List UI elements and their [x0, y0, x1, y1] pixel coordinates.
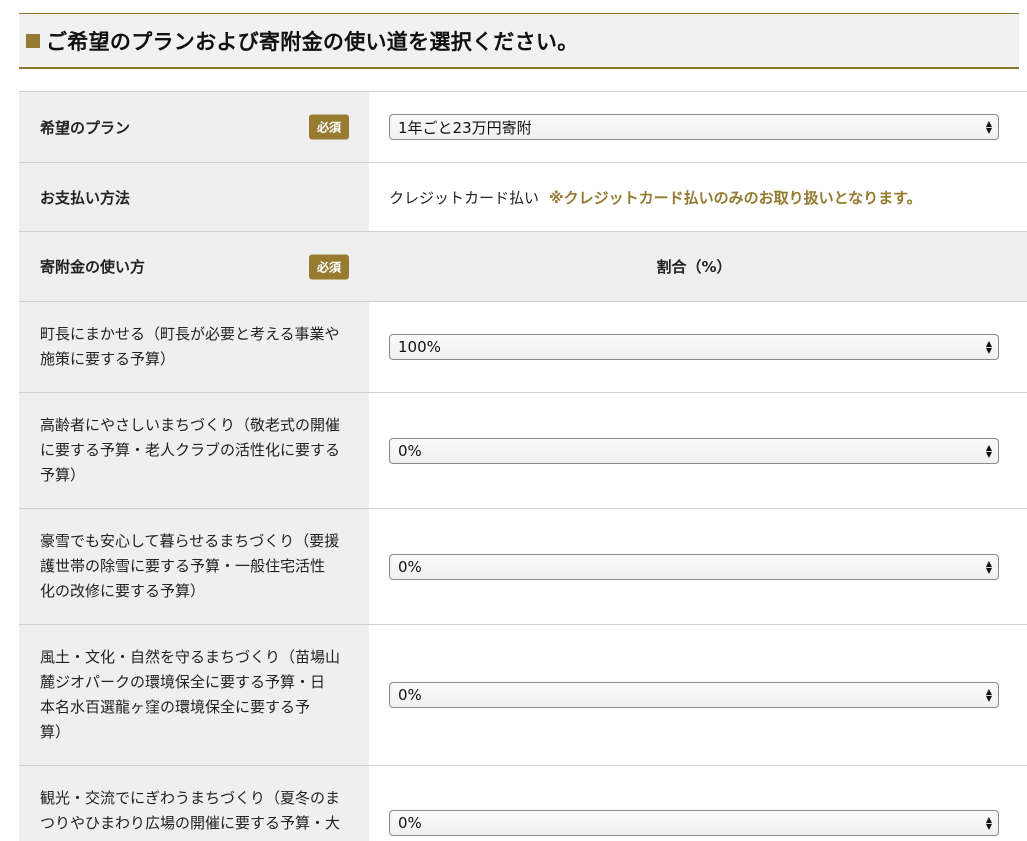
select-arrows-icon: ▲ ▼ — [985, 815, 992, 831]
usage-label-cell: 寄附金の使い方 必須 — [19, 232, 369, 301]
row-usage-header: 寄附金の使い方 必須 割合（%） — [19, 232, 1027, 302]
usage-item-label-cell: 豪雪でも安心して暮らせるまちづくり（要援 護世帯の除雪に要する予算・一般住宅活性… — [19, 509, 369, 624]
payment-label-cell: お支払い方法 — [19, 163, 369, 231]
payment-label: お支払い方法 — [40, 188, 131, 207]
usage-item-label: 風土・文化・自然を守るまちづくり（苗場山 麓ジオパークの環境保全に要する予算・日… — [40, 648, 341, 741]
usage-percent-select[interactable]: 100% ▲ ▼ — [389, 334, 999, 360]
usage-row: 町長にまかせる（町長が必要と考える事業や 施策に要する予算） 100% ▲ ▼ — [19, 302, 1027, 393]
usage-row: 豪雪でも安心して暮らせるまちづくり（要援 護世帯の除雪に要する予算・一般住宅活性… — [19, 509, 1027, 625]
usage-item-label: 町長にまかせる（町長が必要と考える事業や 施策に要する予算） — [40, 325, 340, 368]
form-table: 希望のプラン 必須 1年ごと23万円寄附 ▲ ▼ お支払い方法 クレジットカード払… — [19, 91, 1027, 841]
usage-percent-select[interactable]: 0% ▲ ▼ — [389, 682, 999, 708]
row-payment: お支払い方法 クレジットカード払い ※クレジットカード払いのみのお取り扱いとなり… — [19, 163, 1027, 232]
usage-item-value-cell: 0% ▲ ▼ — [369, 625, 1027, 765]
plan-select-value: 1年ごと23万円寄附 — [398, 118, 532, 137]
usage-item-label: 観光・交流でにぎわうまちづくり（夏冬のま つりやひまわり広場の開催に要する予算・… — [40, 789, 341, 832]
usage-row: 風土・文化・自然を守るまちづくり（苗場山 麓ジオパークの環境保全に要する予算・日… — [19, 625, 1027, 766]
section-header: ご希望のプランおよび寄附金の使い道を選択ください。 — [19, 13, 1019, 69]
required-badge: 必須 — [308, 114, 349, 140]
usage-item-value-cell: 0% ▲ ▼ — [369, 393, 1027, 508]
pct-header-cell: 割合（%） — [369, 232, 1027, 301]
usage-item-label: 高齢者にやさしいまちづくり（敬老式の開催 に要する予算・老人クラブの活性化に要す… — [40, 416, 341, 484]
payment-value-cell: クレジットカード払い ※クレジットカード払いのみのお取り扱いとなります。 — [369, 163, 1027, 231]
payment-method: クレジットカード払い — [389, 188, 540, 207]
required-badge: 必須 — [308, 254, 349, 279]
plan-select[interactable]: 1年ごと23万円寄附 ▲ ▼ — [389, 114, 999, 140]
select-arrows-icon: ▲ ▼ — [985, 687, 992, 703]
usage-item-label-cell: 高齢者にやさしいまちづくり（敬老式の開催 に要する予算・老人クラブの活性化に要す… — [19, 393, 369, 508]
plan-label-cell: 希望のプラン 必須 — [19, 92, 369, 162]
usage-item-value-cell: 0% ▲ ▼ — [369, 766, 1027, 841]
usage-percent-select[interactable]: 0% ▲ ▼ — [389, 437, 999, 464]
usage-percent-value: 100% — [398, 338, 441, 356]
usage-label: 寄附金の使い方 — [40, 258, 146, 276]
usage-percent-value: 0% — [398, 557, 422, 576]
usage-percent-value: 0% — [398, 686, 422, 704]
usage-percent-select[interactable]: 0% ▲ ▼ — [389, 810, 999, 836]
select-arrows-icon: ▲ ▼ — [985, 442, 992, 459]
usage-item-value-cell: 100% ▲ ▼ — [369, 302, 1027, 392]
usage-percent-select[interactable]: 0% ▲ ▼ — [389, 553, 999, 580]
usage-percent-value: 0% — [398, 441, 422, 460]
payment-note: ※クレジットカード払いのみのお取り扱いとなります。 — [549, 188, 922, 207]
page: ご希望のプランおよび寄附金の使い道を選択ください。 希望のプラン 必須 1年ごと… — [0, 0, 1027, 841]
select-arrows-icon: ▲ ▼ — [985, 339, 992, 355]
row-plan: 希望のプラン 必須 1年ごと23万円寄附 ▲ ▼ — [19, 92, 1027, 163]
usage-item-value-cell: 0% ▲ ▼ — [369, 509, 1027, 624]
usage-row: 高齢者にやさしいまちづくり（敬老式の開催 に要する予算・老人クラブの活性化に要す… — [19, 393, 1027, 509]
select-arrows-icon: ▲ ▼ — [985, 558, 992, 575]
usage-item-label-cell: 観光・交流でにぎわうまちづくり（夏冬のま つりやひまわり広場の開催に要する予算・… — [19, 766, 369, 841]
usage-row: 観光・交流でにぎわうまちづくり（夏冬のま つりやひまわり広場の開催に要する予算・… — [19, 766, 1027, 841]
usage-item-label-cell: 風土・文化・自然を守るまちづくり（苗場山 麓ジオパークの環境保全に要する予算・日… — [19, 625, 369, 765]
plan-label: 希望のプラン — [40, 118, 131, 137]
pct-header: 割合（%） — [656, 258, 732, 276]
section-title: ご希望のプランおよび寄附金の使い道を選択ください。 — [46, 29, 579, 54]
usage-percent-value: 0% — [398, 814, 422, 832]
usage-item-label: 豪雪でも安心して暮らせるまちづくり（要援 護世帯の除雪に要する予算・一般住宅活性… — [40, 532, 340, 600]
usage-item-label-cell: 町長にまかせる（町長が必要と考える事業や 施策に要する予算） — [19, 302, 369, 392]
select-arrows-icon: ▲ ▼ — [985, 119, 992, 135]
plan-value-cell: 1年ごと23万円寄附 ▲ ▼ — [369, 92, 1027, 162]
square-bullet-icon — [26, 33, 40, 48]
